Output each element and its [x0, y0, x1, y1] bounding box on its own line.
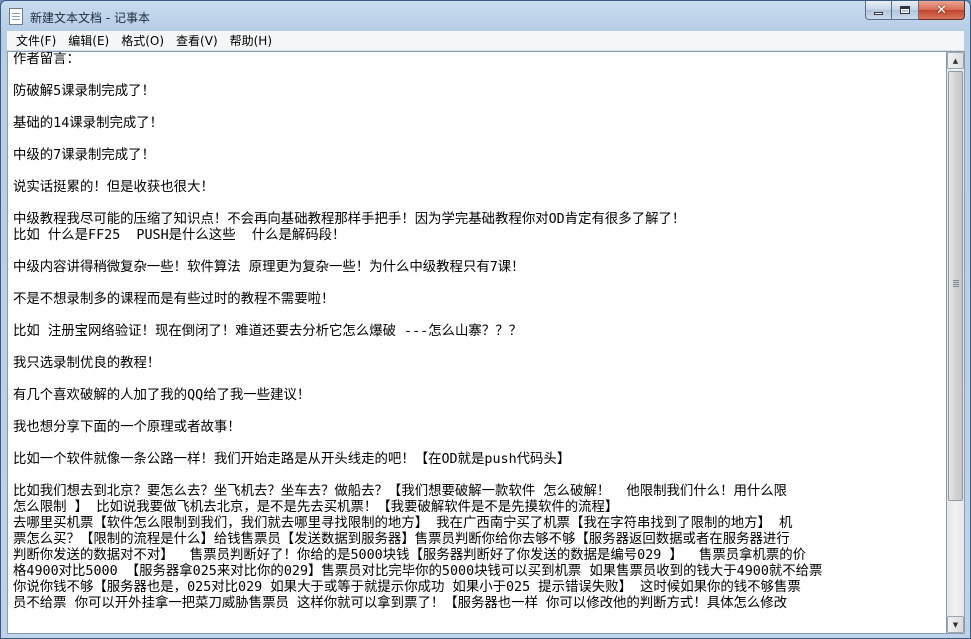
text-line	[13, 132, 943, 148]
text-line	[13, 164, 943, 180]
text-line	[13, 196, 943, 212]
menu-help[interactable]: 帮助(H)	[224, 31, 278, 51]
text-line: 我只选录制优良的教程！	[13, 356, 161, 371]
minimize-button[interactable]	[865, 1, 892, 20]
close-icon: ✕	[936, 2, 947, 18]
text-line: 比如 注册宝网络验证！现在倒闭了！难道还要去分析它怎么爆破 ---怎么山寨？？？	[13, 324, 522, 339]
menu-edit[interactable]: 编辑(E)	[62, 31, 115, 51]
maximize-icon	[900, 6, 910, 14]
text-line	[13, 436, 943, 452]
text-line	[13, 68, 943, 84]
text-line	[13, 100, 943, 116]
title-bar[interactable]: 新建文本文档 - 记事本 ✕	[1, 1, 970, 31]
text-line: 你说你钱不够【服务器也是，025对比029 如果大于或等于就提示你成功 如果小于…	[13, 580, 801, 595]
document-text[interactable]: 作者留言： 防破解5课录制完成了！ 基础的14课录制完成了！ 中级的7课录制完成了！ 说…	[13, 52, 943, 612]
vertical-scrollbar[interactable]: ▲ ▼	[947, 51, 965, 634]
up-arrow-icon: ▲	[952, 56, 959, 65]
minimize-icon	[874, 11, 883, 15]
text-line: 防破解5课录制完成了！	[13, 84, 155, 99]
maximize-button[interactable]	[892, 1, 919, 20]
menu-file[interactable]: 文件(F)	[7, 31, 62, 51]
text-line: 格4900对比5000 【服务器拿025来对比你的029】售票员对比完毕你的50…	[13, 564, 823, 579]
text-line	[13, 404, 943, 420]
text-editor[interactable]: 作者留言： 防破解5课录制完成了！ 基础的14课录制完成了！ 中级的7课录制完成了！ 说…	[7, 51, 947, 634]
text-line: 作者留言：	[13, 52, 80, 67]
caption-buttons: ✕	[865, 1, 965, 21]
down-arrow-icon: ▼	[952, 620, 959, 629]
text-line: 票怎么买？【限制的流程是什么】给钱售票员【发送数据到服务器】售票员判断你给你去够…	[13, 532, 790, 547]
menu-format[interactable]: 格式(O)	[115, 31, 170, 51]
text-line: 比如 什么是FF25 PUSH是什么这些 什么是解码段！	[13, 228, 346, 243]
scroll-up-button[interactable]: ▲	[947, 52, 964, 69]
text-line: 怎么限制 】 比如说我要做飞机去北京，是不是先去买机票！【我要破解软件是不是先摸…	[13, 500, 619, 515]
text-line	[13, 340, 943, 356]
text-line: 员不给票 你可以开外挂拿一把菜刀威胁售票员 这样你就可以拿到票了！【服务器也一样…	[13, 596, 788, 611]
text-line: 说实话挺累的！但是收获也很大！	[13, 180, 214, 195]
text-line: 中级的7课录制完成了！	[13, 148, 155, 163]
notepad-icon[interactable]	[9, 8, 23, 25]
text-line: 中级内容讲得稍微复杂一些！软件算法 原理更为复杂一些！为什么中级教程只有7课！	[13, 260, 525, 275]
notepad-window: 新建文本文档 - 记事本 ✕ 文件(F) 编辑(E) 格式(O) 查看(V) 帮…	[0, 0, 971, 639]
text-line	[13, 372, 943, 388]
text-line	[13, 308, 943, 324]
text-line: 中级教程我尽可能的压缩了知识点！不会再向基础教程那样手把手！因为学完基础教程你对…	[13, 212, 686, 227]
text-line: 基础的14课录制完成了！	[13, 116, 164, 131]
text-line: 我也想分享下面的一个原理或者故事！	[13, 420, 241, 435]
text-line	[13, 244, 943, 260]
menu-bar: 文件(F) 编辑(E) 格式(O) 查看(V) 帮助(H)	[7, 31, 964, 51]
text-line: 有几个喜欢破解的人加了我的QQ给了我一些建议！	[13, 388, 311, 403]
text-line: 比如我们想去到北京？要怎么去？坐飞机去？坐车去？做船去？【我们想要破解一款软件 …	[13, 484, 788, 499]
menu-view[interactable]: 查看(V)	[170, 31, 224, 51]
text-line: 比如一个软件就像一条公路一样！我们开始走路是从开头线走的吧！【在OD就是push…	[13, 452, 571, 467]
scroll-down-button[interactable]: ▼	[947, 616, 964, 633]
text-line	[13, 276, 943, 292]
text-line: 去哪里买机票【软件怎么限制到我们，我们就去哪里寻找限制的地方】 我在广西南宁买了…	[13, 516, 793, 531]
close-button[interactable]: ✕	[919, 1, 965, 20]
text-line: 判断你发送的数据对不对】 售票员判断好了！你给的是5000块钱【服务器判断好了你…	[13, 548, 807, 563]
scroll-thumb[interactable]	[948, 71, 963, 501]
window-title: 新建文本文档 - 记事本	[30, 11, 150, 25]
text-line	[13, 468, 943, 484]
grip-icon	[953, 280, 959, 287]
text-line: 不是不想录制多的课程而是有些过时的教程不需要啦！	[13, 292, 335, 307]
